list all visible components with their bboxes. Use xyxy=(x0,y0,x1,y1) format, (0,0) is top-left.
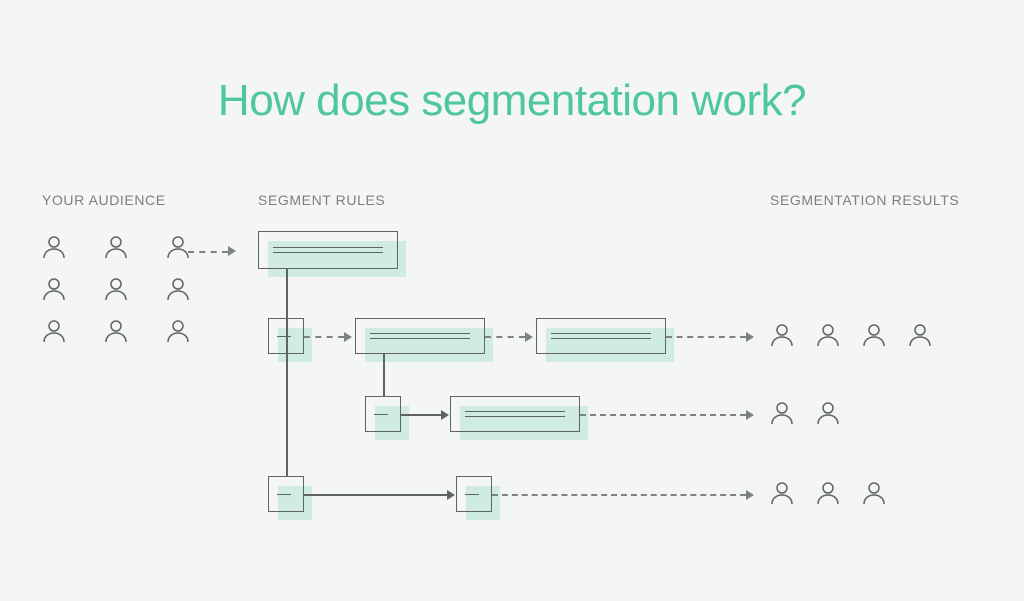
result-row-2 xyxy=(770,402,840,426)
connector-branch2-v xyxy=(383,354,385,396)
label-segment-rules: SEGMENT RULES xyxy=(258,192,385,208)
connector-branch1-a xyxy=(304,336,344,338)
person-icon xyxy=(816,324,840,348)
person-icon xyxy=(862,482,886,506)
rule-box-branch3 xyxy=(268,476,304,512)
connector-branch3-h xyxy=(304,494,447,496)
person-icon xyxy=(166,236,190,260)
diagram-title: How does segmentation work? xyxy=(0,76,1024,126)
connector-branch1-b xyxy=(485,336,525,338)
person-icon xyxy=(908,324,932,348)
person-icon xyxy=(816,402,840,426)
person-icon xyxy=(42,236,66,260)
person-icon xyxy=(770,482,794,506)
person-icon xyxy=(42,320,66,344)
result-row-1 xyxy=(770,324,932,348)
person-icon xyxy=(770,402,794,426)
person-icon xyxy=(104,278,128,302)
rule-box-branch1-detail-a xyxy=(355,318,485,354)
connector-branch2-h xyxy=(401,414,441,416)
label-your-audience: YOUR AUDIENCE xyxy=(42,192,166,208)
person-icon xyxy=(42,278,66,302)
rule-box-branch1-detail-b xyxy=(536,318,666,354)
rule-box-branch3-detail xyxy=(456,476,492,512)
person-icon xyxy=(166,278,190,302)
arrow-to-result-1 xyxy=(666,336,746,338)
arrow-audience-to-rules xyxy=(188,251,228,253)
rule-box-branch2-detail xyxy=(450,396,580,432)
rule-box-branch2 xyxy=(365,396,401,432)
person-icon xyxy=(862,324,886,348)
rule-box-root xyxy=(258,231,398,269)
arrow-to-result-3 xyxy=(492,494,746,496)
person-icon xyxy=(104,320,128,344)
person-icon xyxy=(104,236,128,260)
person-icon xyxy=(166,320,190,344)
audience-people-grid xyxy=(42,236,206,344)
connector-vertical-main xyxy=(286,269,288,476)
arrow-to-result-2 xyxy=(580,414,746,416)
person-icon xyxy=(816,482,840,506)
result-row-3 xyxy=(770,482,886,506)
label-segmentation-results: SEGMENTATION RESULTS xyxy=(770,192,959,208)
person-icon xyxy=(770,324,794,348)
